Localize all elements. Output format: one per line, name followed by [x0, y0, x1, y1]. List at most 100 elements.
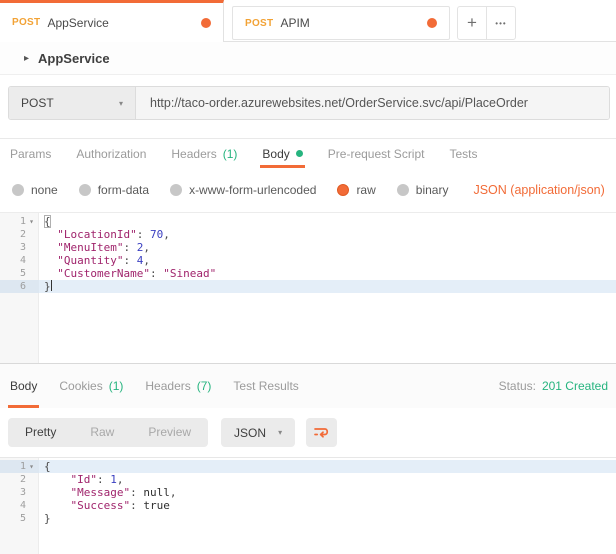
- status-value: 201 Created: [541, 379, 608, 393]
- token-str: "Id": [70, 473, 98, 486]
- tab-title: AppService: [47, 15, 109, 30]
- token-plain: }: [44, 512, 51, 525]
- token-plain: :: [149, 267, 164, 280]
- request-url-input[interactable]: http://taco-order.azurewebsites.net/Orde…: [136, 87, 609, 119]
- line-number-cell: 4▾: [0, 499, 39, 512]
- code-line[interactable]: 5▾ "CustomerName": "Sinead": [0, 267, 616, 280]
- url-box: POST ▾ http://taco-order.azurewebsites.n…: [8, 86, 610, 120]
- method-badge: POST: [245, 17, 274, 29]
- token-plain: :: [136, 228, 150, 241]
- view-preview-button[interactable]: Preview: [131, 418, 208, 447]
- code-line[interactable]: 3▾ "MenuItem": 2,: [0, 241, 616, 254]
- response-tab-test-results[interactable]: Test Results: [233, 364, 298, 408]
- line-number: 3: [19, 487, 26, 498]
- tab-count: (1): [222, 146, 238, 161]
- open-request-tabs: POST AppService POST APIM: [0, 0, 450, 42]
- response-status: Status: 201 Created: [499, 364, 616, 408]
- tab-label: Pre-request Script: [327, 146, 425, 161]
- disclosure-triangle-icon[interactable]: ▸: [24, 53, 29, 64]
- body-mode-form-data[interactable]: form-data: [78, 183, 149, 197]
- fold-icon[interactable]: ▾: [26, 460, 37, 473]
- token-plain: ,: [169, 486, 177, 499]
- radio-icon: [396, 184, 409, 196]
- response-tab-headers[interactable]: Headers (7): [145, 364, 211, 408]
- unsaved-dot-icon: [201, 17, 211, 28]
- token-plain: :: [130, 499, 144, 512]
- request-name: AppService: [38, 50, 110, 66]
- body-mode-binary[interactable]: binary: [396, 183, 448, 197]
- tab-headers[interactable]: Headers (1): [171, 139, 237, 168]
- body-mode-x-www-form-urlencoded[interactable]: x-www-form-urlencoded: [170, 183, 316, 197]
- tab-pre-request-script[interactable]: Pre-request Script: [328, 139, 425, 168]
- line-number: 3: [19, 242, 26, 253]
- code-line[interactable]: 4▾ "Success": true: [0, 499, 616, 512]
- tab-params[interactable]: Params: [10, 139, 51, 168]
- word-wrap-button[interactable]: [306, 418, 338, 447]
- content-type-value: JSON (application/json): [473, 183, 605, 197]
- code-text: "Success": true: [39, 499, 616, 512]
- ellipsis-icon: •••: [495, 18, 507, 28]
- request-tab-apim[interactable]: POST APIM: [232, 6, 450, 40]
- response-format-value: JSON: [234, 425, 267, 440]
- code-text: "MenuItem": 2,: [39, 241, 616, 254]
- code-line[interactable]: 2▾ "Id": 1,: [0, 473, 616, 486]
- response-body-editor[interactable]: 1▾{2▾ "Id": 1,3▾ "Message": null,4▾ "Suc…: [0, 458, 616, 554]
- token-str: "Success": [70, 499, 131, 512]
- token-plain: :: [97, 473, 111, 486]
- view-raw-button[interactable]: Raw: [73, 418, 131, 447]
- matching-brace: {: [44, 215, 51, 228]
- request-name-header[interactable]: ▸ AppService: [0, 42, 616, 75]
- body-mode-none[interactable]: none: [12, 183, 58, 197]
- response-tab-body[interactable]: Body: [7, 364, 40, 408]
- tab-actions: + •••: [457, 6, 516, 40]
- tab-authorization[interactable]: Authorization: [76, 139, 146, 168]
- tab-body[interactable]: Body: [260, 139, 306, 168]
- line-number: 5: [19, 268, 26, 279]
- code-line[interactable]: 1 ▾ {: [0, 215, 616, 228]
- code-line[interactable]: 1 ▾ {: [0, 460, 616, 473]
- line-number: 1: [19, 461, 26, 472]
- response-format-select[interactable]: JSON ▾: [221, 418, 296, 447]
- response-section-tabs: Body Cookies (1) Headers (7) Test Results Sta…: [0, 364, 616, 408]
- request-tab-appservice[interactable]: POST AppService: [0, 0, 224, 42]
- token-plain: }: [44, 280, 51, 293]
- line-number-cell: 1 ▾: [0, 460, 39, 473]
- fold-icon[interactable]: ▾: [26, 215, 37, 228]
- line-number-cell: 5▾: [0, 512, 39, 525]
- radio-selected-icon: [337, 184, 350, 196]
- unsaved-dot-icon: [427, 18, 437, 28]
- code-line[interactable]: 5▾}: [0, 512, 616, 525]
- code-line[interactable]: 4▾ "Quantity": 4,: [0, 254, 616, 267]
- token-str: "LocationId": [57, 228, 137, 241]
- tab-tests[interactable]: Tests: [449, 139, 477, 168]
- request-body-editor[interactable]: 1▾{2▾ "LocationId": 70,3▾ "MenuItem": 2,…: [0, 212, 616, 363]
- response-toolbar: Pretty Raw Preview JSON ▾: [0, 408, 616, 458]
- code-text: "CustomerName": "Sinead": [39, 267, 616, 280]
- token-str: "Sinead": [163, 267, 217, 280]
- code-line[interactable]: 2▾ "LocationId": 70,: [0, 228, 616, 241]
- response-tab-cookies[interactable]: Cookies (1): [59, 364, 123, 408]
- body-mode-raw[interactable]: raw: [337, 183, 376, 197]
- code-text: "Quantity": 4,: [39, 254, 616, 267]
- text-cursor: [50, 280, 52, 291]
- new-tab-button[interactable]: +: [458, 7, 486, 39]
- token-str: "MenuItem": [57, 241, 124, 254]
- plus-icon: +: [467, 13, 477, 32]
- tab-label: Headers: [145, 379, 191, 393]
- view-pretty-button[interactable]: Pretty: [8, 418, 73, 447]
- body-mode-options: none form-data x-www-form-urlencoded raw bin…: [12, 183, 448, 197]
- line-number-cell: 3▾: [0, 486, 39, 499]
- line-number-cell: 4▾: [0, 254, 39, 267]
- code-line[interactable]: 3▾ "Message": null,: [0, 486, 616, 499]
- line-number: 6: [19, 281, 26, 292]
- tab-options-button[interactable]: •••: [486, 7, 515, 39]
- line-number-cell: 3▾: [0, 241, 39, 254]
- request-body-lines: 1▾{2▾ "LocationId": 70,3▾ "MenuItem": 2,…: [0, 213, 616, 293]
- http-method-select[interactable]: POST ▾: [9, 87, 136, 119]
- tab-label: Body: [10, 379, 38, 393]
- content-type-select[interactable]: JSON (application/json): [473, 183, 604, 197]
- code-line[interactable]: 6▾}: [0, 280, 616, 293]
